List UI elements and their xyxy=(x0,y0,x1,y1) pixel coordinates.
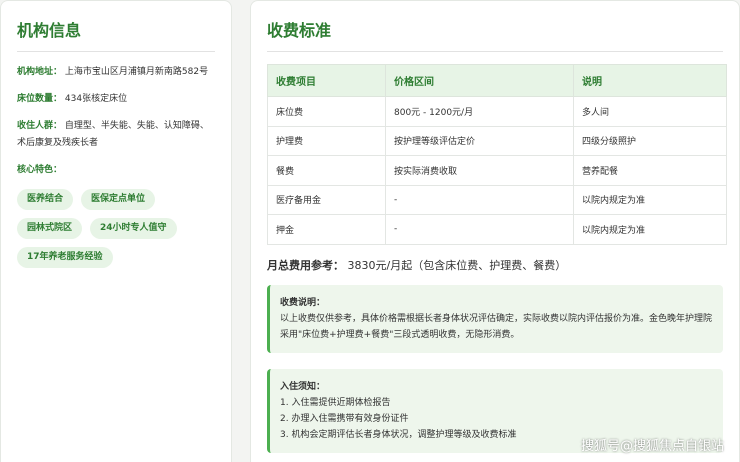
institution-info-panel: 机构信息 机构地址： 上海市宝山区月浦镇月新南路582号 床位数量： 434张核… xyxy=(0,0,232,462)
admission-item: 1. 入住需提供近期体检报告 xyxy=(280,397,391,408)
table-cell: 按护理等级评估定价 xyxy=(385,125,574,156)
beds-row: 床位数量： 434张核定床位 xyxy=(17,91,215,108)
features-row: 核心特色： xyxy=(17,162,215,179)
feature-tags: 医养结合 医保定点单位 园林式院区 24小时专人值守 17年养老服务经验 xyxy=(17,189,217,268)
table-cell: 医疗备用金 xyxy=(267,184,386,215)
total-fee-row: 月总费用参考： 3830元/月起（包含床位费、护理费、餐费） xyxy=(267,257,723,273)
features-label: 核心特色： xyxy=(17,165,63,175)
feature-tag: 17年养老服务经验 xyxy=(17,247,113,268)
address-label: 机构地址： xyxy=(17,67,63,77)
total-fee-label: 月总费用参考： xyxy=(267,258,344,272)
table-cell: 床位费 xyxy=(267,96,386,127)
feature-tag: 园林式院区 xyxy=(17,218,83,239)
beds-value: 434张核定床位 xyxy=(64,94,128,104)
table-row: 医疗备用金 - 以院内规定为准 xyxy=(267,184,727,215)
residents-row: 收住人群： 自理型、半失能、失能、认知障碍、术后康复及残疾长者 xyxy=(17,118,215,152)
beds-label: 床位数量： xyxy=(17,94,63,104)
admission-item: 2. 办理入住需携带有效身份证件 xyxy=(280,413,409,424)
fee-table: 收费项目 价格区间 说明 床位费 800元 - 1200元/月 多人间 护理费 … xyxy=(267,64,727,245)
residents-label: 收住人群： xyxy=(17,121,63,131)
address-value: 上海市宝山区月浦镇月新南路582号 xyxy=(64,67,209,77)
table-header-row: 收费项目 价格区间 说明 xyxy=(267,64,727,97)
total-fee-value: 3830元/月起（包含床位费、护理费、餐费） xyxy=(347,258,567,272)
table-cell: 按实际消费收取 xyxy=(385,155,574,186)
column-header: 说明 xyxy=(573,64,727,97)
feature-tag: 24小时专人值守 xyxy=(90,218,177,239)
column-header: 收费项目 xyxy=(267,64,386,97)
table-cell: - xyxy=(385,184,574,215)
fee-note-body: 以上收费仅供参考，具体价格需根据长者身体状况评估确定，实际收费以院内评估报价为准… xyxy=(280,313,713,340)
table-cell: 餐费 xyxy=(267,155,386,186)
institution-info-title: 机构信息 xyxy=(17,13,215,52)
table-cell: - xyxy=(385,214,574,245)
table-row: 餐费 按实际消费收取 营养配餐 xyxy=(267,155,727,186)
table-row: 床位费 800元 - 1200元/月 多人间 xyxy=(267,96,727,127)
table-cell: 护理费 xyxy=(267,125,386,156)
table-cell: 四级分级照护 xyxy=(573,125,727,156)
fee-standard-panel: 收费标准 收费项目 价格区间 说明 床位费 800元 - 1200元/月 多人间… xyxy=(250,0,740,462)
table-cell: 营养配餐 xyxy=(573,155,727,186)
watermark: 搜狐号@搜狐焦点自银站 xyxy=(580,439,724,454)
feature-tag: 医保定点单位 xyxy=(81,189,156,210)
table-cell: 以院内规定为准 xyxy=(573,214,727,245)
fee-note-box: 收费说明： 以上收费仅供参考，具体价格需根据长者身体状况评估确定，实际收费以院内… xyxy=(267,284,723,353)
address-row: 机构地址： 上海市宝山区月浦镇月新南路582号 xyxy=(17,64,215,81)
table-cell: 以院内规定为准 xyxy=(573,184,727,215)
fee-note-title: 收费说明： xyxy=(280,297,326,308)
table-cell: 800元 - 1200元/月 xyxy=(385,96,574,127)
fee-standard-title: 收费标准 xyxy=(267,13,723,52)
table-cell: 多人间 xyxy=(573,96,727,127)
table-row: 护理费 按护理等级评估定价 四级分级照护 xyxy=(267,125,727,156)
feature-tag: 医养结合 xyxy=(17,189,74,210)
table-cell: 押金 xyxy=(267,214,386,245)
admission-note-title: 入住须知： xyxy=(280,381,326,392)
table-row: 押金 - 以院内规定为准 xyxy=(267,214,727,245)
column-header: 价格区间 xyxy=(385,64,574,97)
